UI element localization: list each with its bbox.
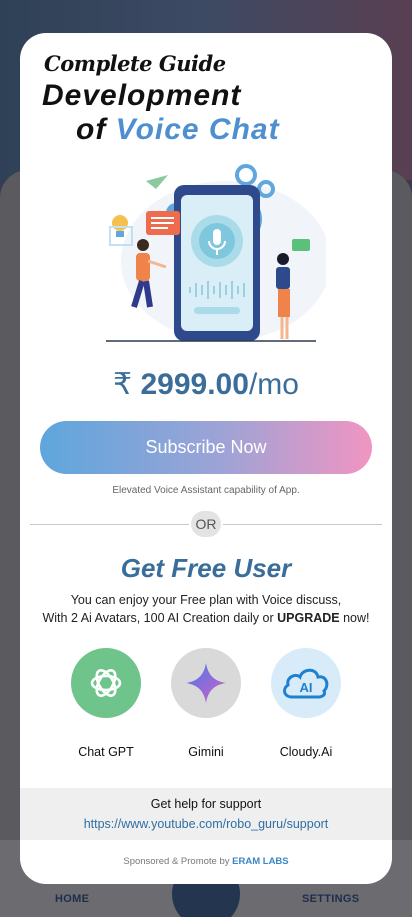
price-period: /mo	[248, 368, 299, 401]
free-desc-line1: You can enjoy your Free plan with Voice …	[70, 593, 342, 607]
price-currency: ₹	[113, 368, 133, 401]
heading-small: Complete Guide	[44, 51, 226, 76]
heading-accent: Voice Chat	[115, 113, 280, 146]
svg-text:AI: AI	[300, 680, 313, 695]
gemini-sparkle-icon	[171, 648, 241, 718]
sponsored-prefix: Sponsored & Promote by	[123, 856, 233, 867]
heading-line1: Development	[42, 79, 242, 112]
woman-figure	[277, 253, 289, 265]
support-section: Get help for support https://www.youtube…	[20, 788, 392, 840]
microphone-icon	[213, 229, 221, 245]
option-gimini[interactable]: Gimini	[168, 648, 244, 759]
openai-logo-icon	[71, 648, 141, 718]
heading-of: of	[76, 113, 107, 146]
voice-chat-illustration	[106, 164, 326, 342]
option-label: Chat GPT	[78, 745, 134, 759]
option-cloudy-ai[interactable]: AI Cloudy.Ai	[268, 648, 344, 759]
cloud-ai-icon: AI	[271, 648, 341, 718]
sponsor-brand-link[interactable]: ERAM LABS	[232, 856, 288, 867]
nav-home[interactable]: HOME	[55, 893, 89, 905]
support-link[interactable]: https://www.youtube.com/robo_guru/suppor…	[20, 817, 392, 831]
support-help-text: Get help for support	[150, 797, 262, 811]
heading-line2: of Voice Chat	[76, 113, 280, 147]
option-chatgpt[interactable]: Chat GPT	[68, 648, 144, 759]
free-desc-prefix: With 2 Ai Avatars, 100 AI Creation daily…	[42, 611, 278, 625]
free-desc-line2: With 2 Ai Avatars, 100 AI Creation daily…	[20, 609, 392, 627]
price-amount: 2999.00	[140, 368, 249, 401]
gear-outline-icon	[235, 164, 257, 186]
free-user-title[interactable]: Get Free User	[20, 553, 392, 584]
man-figure	[137, 239, 149, 251]
subscription-modal: Complete Guide Development of Voice Chat	[20, 33, 392, 884]
lightbulb-icon	[112, 215, 128, 231]
option-label: Gimini	[188, 745, 224, 759]
nav-settings[interactable]: SETTINGS	[302, 893, 359, 905]
price-label: ₹ 2999.00/mo	[20, 367, 392, 402]
upgrade-text: UPGRADE	[277, 611, 340, 625]
subscribe-button[interactable]: Subscribe Now	[40, 421, 372, 474]
free-user-description: You can enjoy your Free plan with Voice …	[20, 591, 392, 627]
or-divider-badge: OR	[191, 511, 221, 537]
paper-plane-icon	[146, 175, 168, 189]
divider-right	[223, 524, 382, 525]
free-desc-suffix: now!	[339, 611, 370, 625]
camera-icon	[292, 239, 310, 251]
sponsored-footer: Sponsored & Promote by ERAM LABS	[20, 856, 392, 867]
divider-left	[30, 524, 189, 525]
subscribe-caption: Elevated Voice Assistant capability of A…	[112, 485, 300, 496]
option-label: Cloudy.Ai	[279, 745, 333, 759]
